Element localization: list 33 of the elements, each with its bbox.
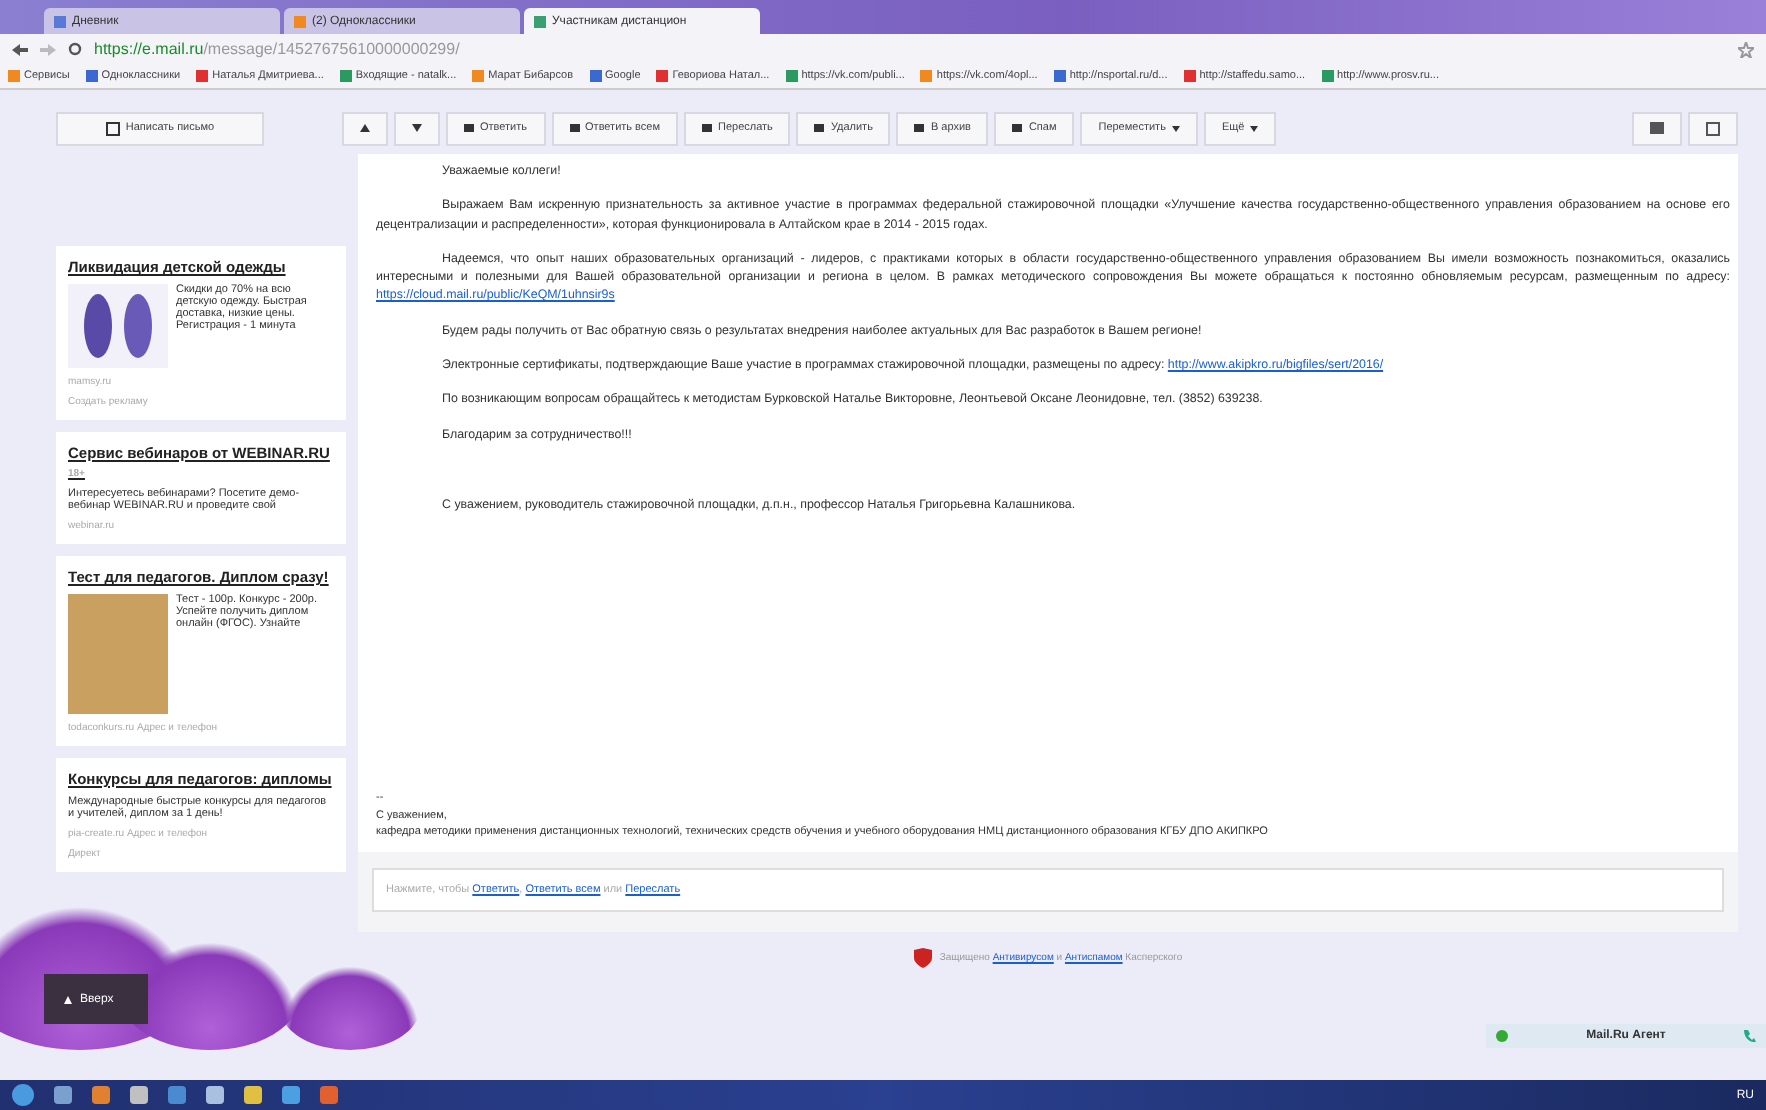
up-arrow-icon bbox=[64, 995, 72, 1003]
taskbar-app-icon[interactable] bbox=[206, 1086, 224, 1104]
print-button[interactable] bbox=[1632, 111, 1682, 145]
caret-icon bbox=[1250, 125, 1259, 131]
next-button[interactable] bbox=[394, 111, 440, 145]
toolbar-icon bbox=[914, 124, 925, 132]
shield-icon bbox=[913, 948, 932, 968]
up-arrow-icon bbox=[360, 124, 370, 132]
taskbar-app-icon[interactable] bbox=[130, 1086, 148, 1104]
taskbar-app-icon[interactable] bbox=[168, 1086, 186, 1104]
toolbar-icon bbox=[464, 124, 474, 132]
taskbar-app-icon[interactable] bbox=[320, 1086, 338, 1104]
taskbar-app-icon[interactable] bbox=[244, 1086, 262, 1104]
toolbar-icon bbox=[1012, 124, 1023, 132]
phone-icon bbox=[1743, 1030, 1756, 1042]
taskbar-app-icon[interactable] bbox=[92, 1086, 110, 1104]
clothes-drawing bbox=[68, 284, 168, 368]
taskbar-app-icon[interactable] bbox=[54, 1086, 72, 1104]
taskbar-app-icon[interactable] bbox=[282, 1086, 300, 1104]
previous-button[interactable] bbox=[342, 111, 388, 145]
down-arrow-icon bbox=[412, 124, 422, 132]
start-icon[interactable] bbox=[12, 1084, 34, 1106]
back-icon[interactable] bbox=[12, 43, 28, 55]
star-icon[interactable] bbox=[1738, 41, 1754, 57]
window-button[interactable] bbox=[1688, 111, 1738, 145]
status-dot-icon bbox=[1496, 1030, 1508, 1042]
illustration-placeholder bbox=[68, 594, 168, 714]
toolbar-icon bbox=[702, 124, 713, 132]
toolbar-icon bbox=[569, 124, 580, 132]
window-icon bbox=[1706, 121, 1720, 135]
caret-icon bbox=[1171, 125, 1180, 131]
toolbar-icon bbox=[814, 124, 825, 132]
reload-icon[interactable] bbox=[68, 42, 82, 56]
